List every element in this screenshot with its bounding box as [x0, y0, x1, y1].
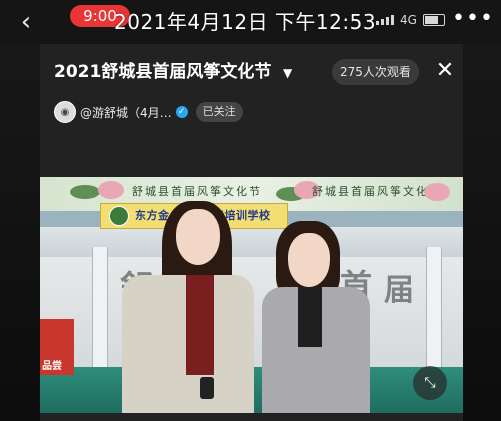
battery-icon	[422, 14, 445, 26]
red-board-text: 品尝	[42, 361, 62, 372]
live-header: 2021舒城县首届风筝文化节 ▼ 275人次观看 ✕	[40, 56, 463, 88]
festival-banner-text-2: 舒城县首届风筝文化节	[312, 185, 442, 198]
more-dots-icon[interactable]: •••	[452, 6, 494, 31]
close-icon[interactable]: ✕	[433, 58, 457, 84]
viewer-count-badge: 275人次观看	[332, 59, 419, 85]
status-indicators: 4G	[376, 13, 445, 27]
author-row: ◉ @游舒城（4月… ✓ 已关注	[54, 100, 243, 124]
fullscreen-icon[interactable]: ⤡	[413, 366, 447, 400]
video-player[interactable]: 舒城县首届风筝文化节 舒城县首届风筝文化节 东方金 能培训学校 舒 首 届 品尝	[40, 177, 463, 413]
live-title[interactable]: 2021舒城县首届风筝文化节	[54, 60, 271, 84]
school-logo-icon	[109, 206, 129, 226]
follow-button[interactable]: 已关注	[195, 102, 243, 122]
back-icon[interactable]: ‹	[12, 8, 40, 36]
calligraphy-char: 届	[384, 273, 414, 308]
chevron-down-icon[interactable]: ▼	[283, 63, 292, 83]
network-label: 4G	[400, 13, 417, 27]
school-sign-text: 东方金	[135, 209, 170, 222]
decor-flower	[424, 183, 450, 201]
verified-icon: ✓	[175, 106, 188, 118]
author-name[interactable]: @游舒城（4月…	[80, 104, 172, 121]
avatar[interactable]: ◉	[54, 101, 76, 123]
decor-leaf	[70, 185, 100, 199]
status-bar: ‹ 9:00 2021年4月12日 下午12:53 4G •••	[0, 0, 501, 44]
signal-icon	[376, 15, 394, 25]
festival-banner-text: 舒城县首届风筝文化节	[132, 185, 262, 198]
date-time-text: 2021年4月12日 下午12:53	[114, 10, 377, 34]
decor-flower	[98, 181, 124, 199]
